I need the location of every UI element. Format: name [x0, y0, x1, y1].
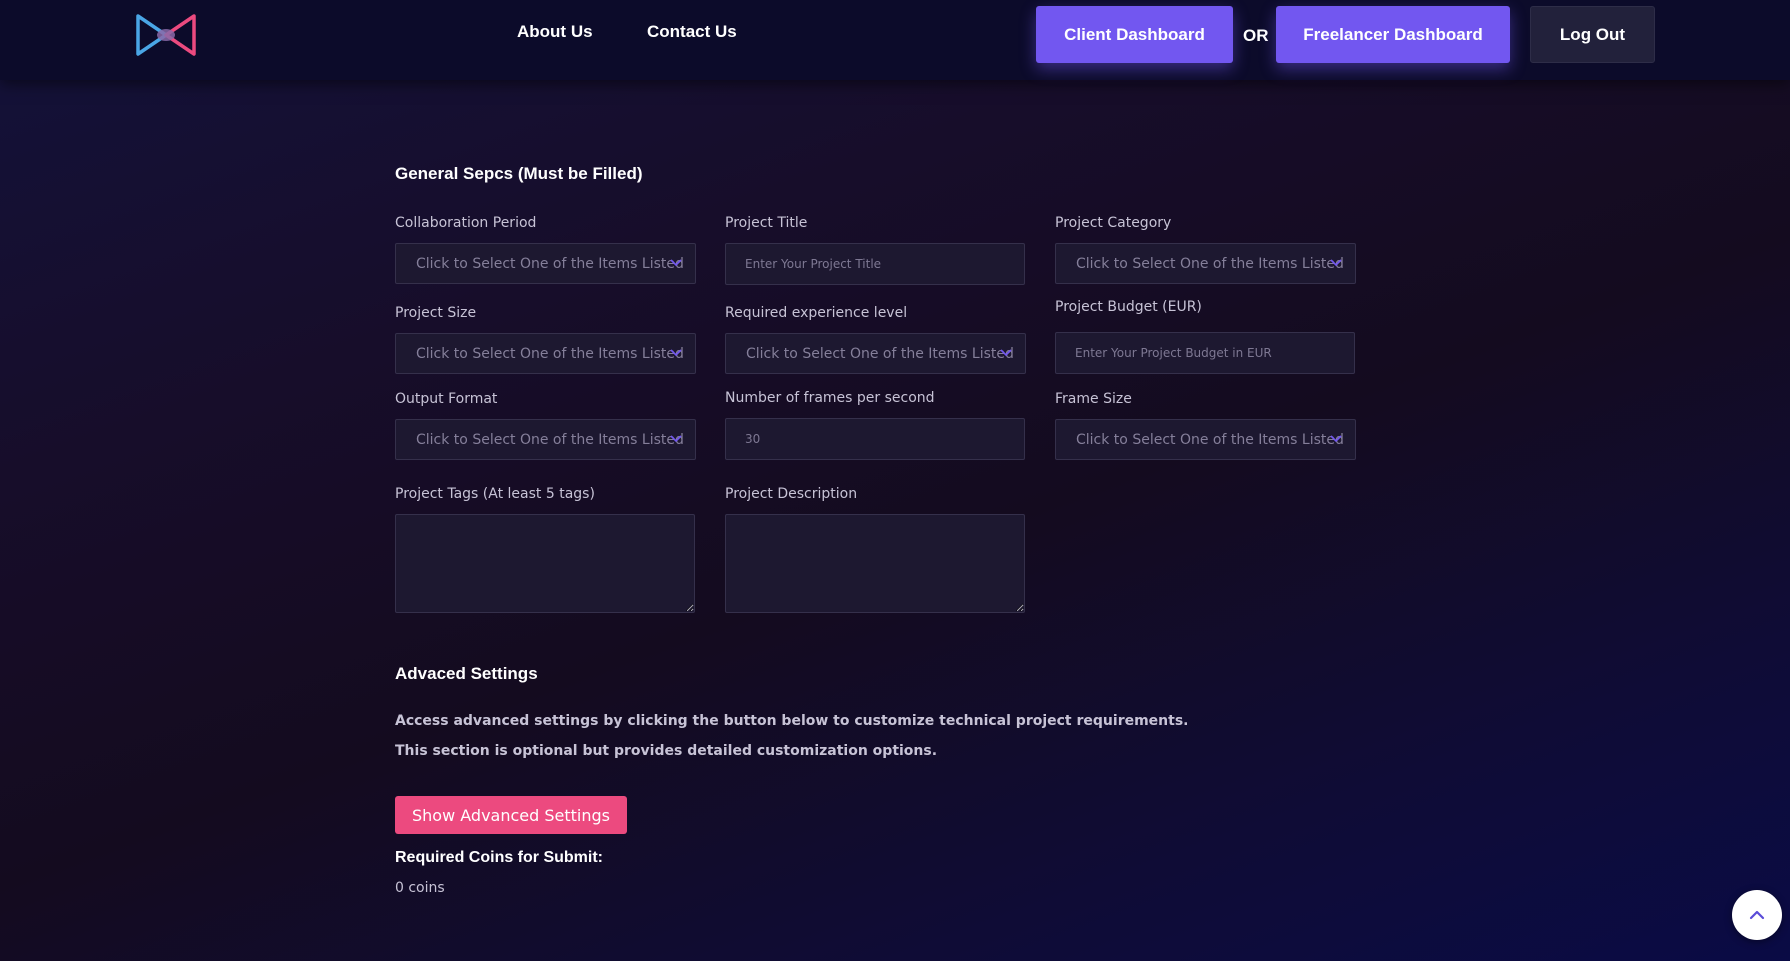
select-placeholder: Click to Select One of the Items Listed [416, 255, 684, 272]
project-budget-input[interactable] [1055, 332, 1355, 374]
project-size-select[interactable]: Click to Select One of the Items Listed [395, 333, 696, 374]
experience-level-label: Required experience level [725, 305, 908, 321]
nav-about-us[interactable]: About Us [517, 22, 593, 42]
show-advanced-settings-button[interactable]: Show Advanced Settings [395, 796, 627, 834]
chevron-down-icon [670, 259, 682, 267]
client-dashboard-button[interactable]: Client Dashboard [1036, 6, 1233, 63]
project-size-label: Project Size [395, 305, 477, 321]
project-description-textarea[interactable] [725, 514, 1025, 613]
collaboration-period-select[interactable]: Click to Select One of the Items Listed [395, 243, 696, 284]
project-description-label: Project Description [725, 486, 858, 502]
project-category-label: Project Category [1055, 215, 1172, 231]
nav-contact-us[interactable]: Contact Us [647, 22, 737, 42]
required-coins-label: Required Coins for Submit: [395, 849, 603, 866]
frame-size-label: Frame Size [1055, 391, 1132, 407]
project-tags-label: Project Tags (At least 5 tags) [395, 486, 595, 502]
chevron-down-icon [670, 349, 682, 357]
output-format-label: Output Format [395, 391, 498, 407]
select-placeholder: Click to Select One of the Items Listed [416, 431, 684, 448]
project-title-input[interactable] [725, 243, 1025, 285]
chevron-down-icon [1330, 259, 1342, 267]
scroll-to-top-button[interactable] [1732, 890, 1782, 940]
or-separator: OR [1243, 26, 1269, 45]
general-specs-title: General Sepcs (Must be Filled) [395, 164, 643, 183]
chevron-up-icon [1749, 910, 1765, 920]
fps-input[interactable] [725, 418, 1025, 460]
collaboration-period-label: Collaboration Period [395, 215, 537, 231]
experience-level-select[interactable]: Click to Select One of the Items Listed [725, 333, 1026, 374]
freelancer-dashboard-button[interactable]: Freelancer Dashboard [1276, 6, 1510, 63]
frame-size-select[interactable]: Click to Select One of the Items Listed [1055, 419, 1356, 460]
advanced-description-line1: Access advanced settings by clicking the… [395, 713, 1189, 729]
logout-button[interactable]: Log Out [1530, 6, 1655, 63]
top-header: About Us Contact Us Client Dashboard OR … [0, 0, 1790, 80]
project-budget-label: Project Budget (EUR) [1055, 299, 1202, 315]
project-tags-textarea[interactable] [395, 514, 695, 613]
required-coins-value: 0 coins [395, 880, 445, 896]
select-placeholder: Click to Select One of the Items Listed [416, 345, 684, 362]
advanced-settings-title: Advaced Settings [395, 664, 538, 683]
select-placeholder: Click to Select One of the Items Listed [1076, 431, 1344, 448]
chevron-down-icon [1000, 349, 1012, 357]
project-title-label: Project Title [725, 215, 808, 231]
chevron-down-icon [1330, 435, 1342, 443]
advanced-description-line2: This section is optional but provides de… [395, 743, 938, 759]
select-placeholder: Click to Select One of the Items Listed [746, 345, 1014, 362]
chevron-down-icon [670, 435, 682, 443]
fps-label: Number of frames per second [725, 390, 935, 406]
logo-icon[interactable] [134, 10, 198, 60]
project-category-select[interactable]: Click to Select One of the Items Listed [1055, 243, 1356, 284]
output-format-select[interactable]: Click to Select One of the Items Listed [395, 419, 696, 460]
select-placeholder: Click to Select One of the Items Listed [1076, 255, 1344, 272]
